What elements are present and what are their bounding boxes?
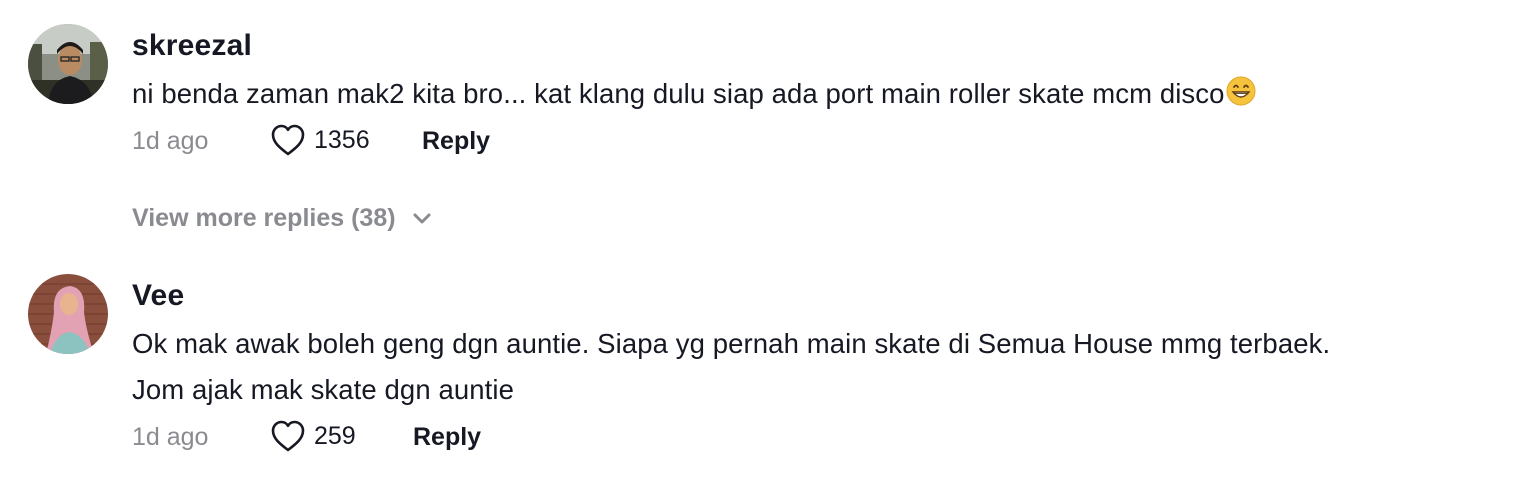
chevron-down-icon (413, 213, 431, 223)
heart-outline-icon[interactable] (270, 123, 306, 157)
user-avatar-photo-icon (28, 274, 108, 354)
like-count: 1356 (314, 125, 370, 154)
comment-text-line-content: ni benda zaman mak2 kita bro... kat klan… (132, 78, 1225, 109)
like-button[interactable]: 1356 (270, 123, 370, 157)
comment-username[interactable]: skreezal (132, 24, 1518, 68)
comment-body: skreezal ni benda zaman mak2 kita bro...… (132, 24, 1518, 163)
comment-meta: 1d ago 1356 Reply (132, 123, 1518, 163)
grinning-face-emoji-icon (1226, 76, 1256, 106)
reply-button[interactable]: Reply (413, 423, 481, 452)
like-button[interactable]: 259 (270, 419, 356, 453)
heart-outline-icon[interactable] (270, 419, 306, 453)
comment-text-line: Jom ajak mak skate dgn auntie (132, 374, 514, 405)
comment-text: ni benda zaman mak2 kita bro... kat klan… (132, 71, 1518, 117)
avatar[interactable] (28, 274, 108, 354)
user-avatar-photo-icon (28, 24, 108, 104)
comment-body: Vee Ok mak awak boleh geng dgn auntie. S… (132, 274, 1518, 459)
comment-meta: 1d ago 259 Reply (132, 419, 1518, 459)
view-more-replies-label: View more replies (38) (132, 204, 396, 232)
comment-text-line: ni benda zaman mak2 kita bro... kat klan… (132, 71, 1518, 117)
comment-time: 1d ago (132, 127, 209, 155)
comment-username[interactable]: Vee (132, 274, 1518, 318)
view-more-replies-button[interactable]: View more replies (38) (132, 204, 432, 233)
avatar[interactable] (28, 24, 108, 104)
comment-text: Ok mak awak boleh geng dgn auntie. Siapa… (132, 321, 1518, 413)
comment-text-line: Ok mak awak boleh geng dgn auntie. Siapa… (132, 328, 1331, 359)
comment-time: 1d ago (132, 423, 209, 451)
reply-button[interactable]: Reply (422, 127, 490, 156)
like-count: 259 (314, 421, 356, 450)
